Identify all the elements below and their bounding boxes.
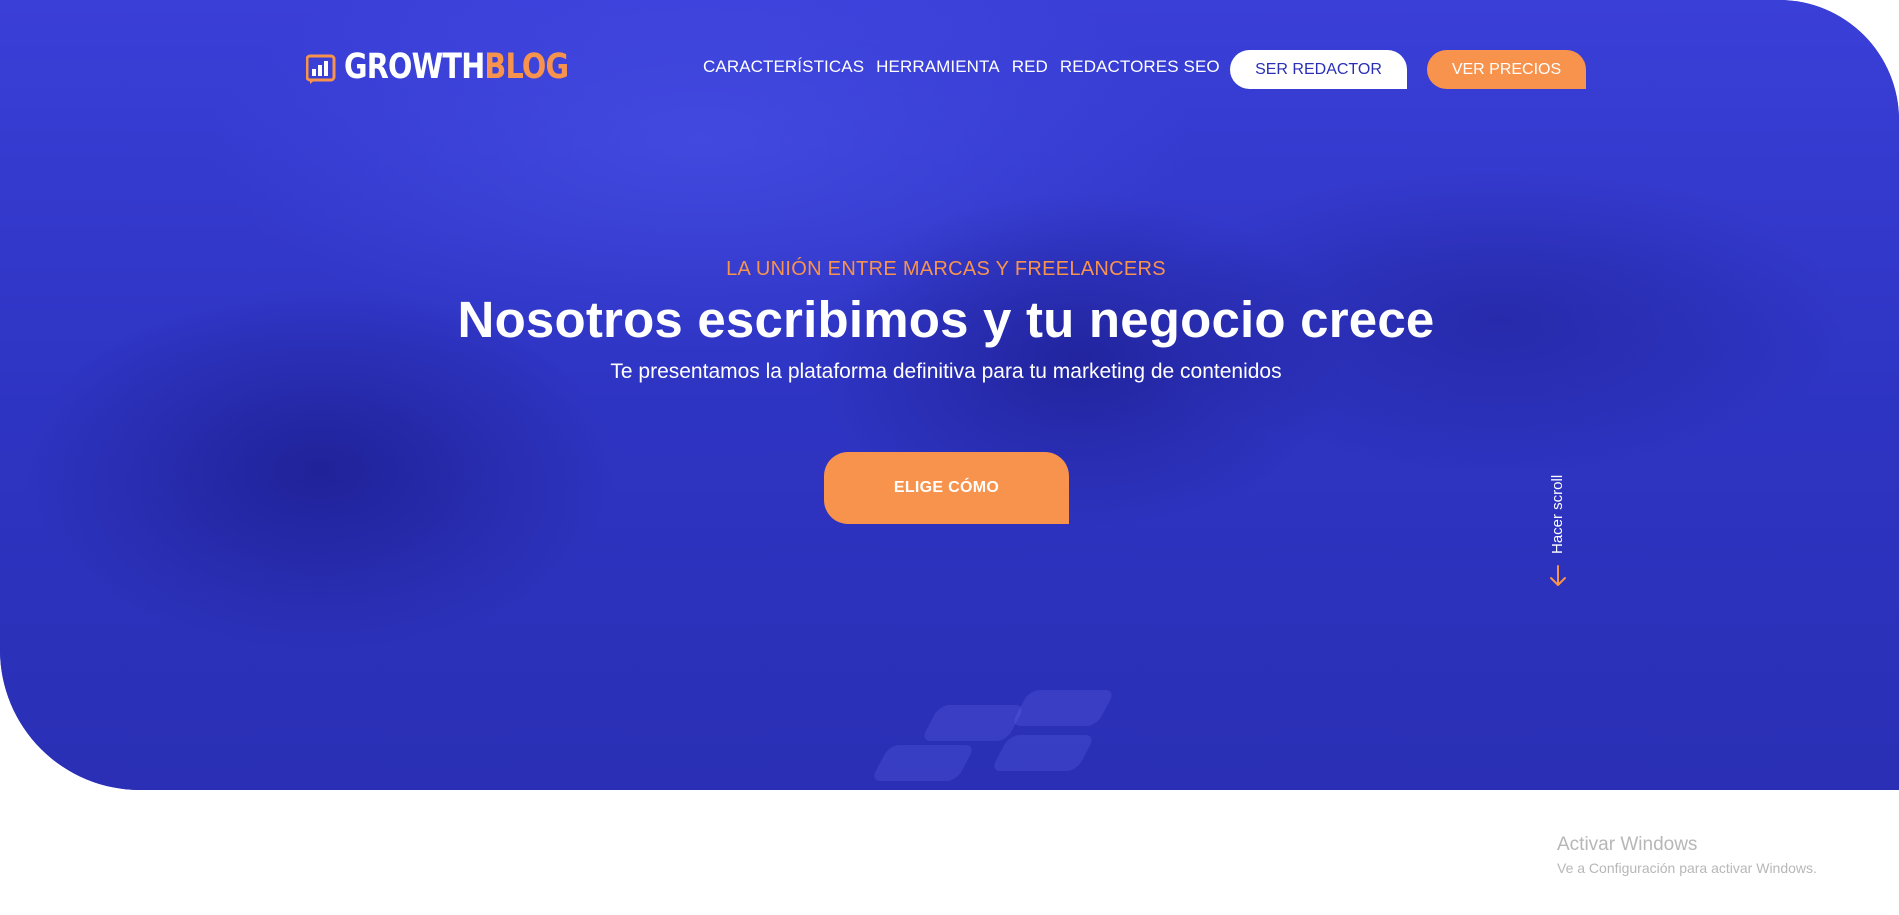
bar-chart-icon <box>306 52 336 84</box>
brand-name: GROWTHBLOG <box>344 47 569 87</box>
nav-item-caracteristicas[interactable]: CARACTERÍSTICAS <box>703 57 864 77</box>
nav-item-redactores-seo[interactable]: REDACTORES SEO <box>1060 57 1220 77</box>
nav-item-herramienta[interactable]: HERRAMIENTA <box>876 57 1000 77</box>
ver-precios-button[interactable]: VER PRECIOS <box>1427 50 1586 89</box>
windows-activation-subtitle: Ve a Configuración para activar Windows. <box>1557 860 1817 876</box>
hero-headline: Nosotros escribimos y tu negocio crece <box>457 291 1435 348</box>
elige-como-button[interactable]: ELIGE CÓMO <box>824 452 1069 524</box>
scroll-label: Hacer scroll <box>1549 474 1566 554</box>
nav-item-red[interactable]: RED <box>1012 57 1048 77</box>
hero-background-image <box>0 0 1899 790</box>
brand-logo[interactable]: GROWTHBLOG <box>306 50 617 85</box>
hero-eyebrow: LA UNIÓN ENTRE MARCAS Y FREELANCERS <box>726 258 1166 280</box>
hero-subline: Te presentamos la plataforma definitiva … <box>610 360 1282 383</box>
scroll-indicator[interactable]: Hacer scroll <box>1546 462 1570 592</box>
brand-name-blog: BLOG <box>484 47 569 87</box>
brand-name-growth: GROWTH <box>344 47 485 87</box>
hero-section: GROWTHBLOG CARACTERÍSTICAS HERRAMIENTA R… <box>0 0 1899 790</box>
main-nav: CARACTERÍSTICAS HERRAMIENTA RED REDACTOR… <box>703 57 1220 77</box>
windows-activation-title: Activar Windows <box>1557 834 1698 855</box>
arrow-down-icon <box>1549 564 1567 593</box>
ser-redactor-button[interactable]: SER REDACTOR <box>1230 50 1407 89</box>
